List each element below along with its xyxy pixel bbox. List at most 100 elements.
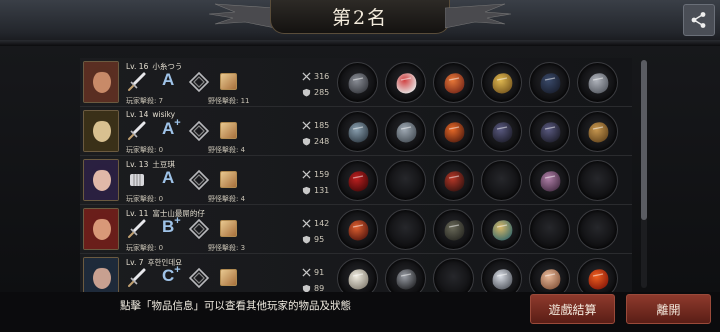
- attack-value: 185: [314, 121, 330, 130]
- fist-icon: [130, 174, 144, 186]
- player-row[interactable]: Lv. 14 wisiky A+ 玩家擊殺: 0 野怪擊殺: 4 185 248: [80, 107, 632, 156]
- rank-emblem-icon: [188, 218, 210, 240]
- dark-gauntlet-item-icon: [540, 121, 560, 142]
- steel-helmet-item-icon: [396, 121, 416, 142]
- grade-letter: B: [162, 217, 175, 236]
- item-slot[interactable]: [529, 62, 570, 103]
- attack-value: 142: [314, 219, 330, 228]
- monster-kills: 野怪擊殺: 11: [208, 97, 250, 105]
- item-slot[interactable]: [577, 160, 618, 201]
- player-avatar[interactable]: [83, 159, 119, 201]
- claw-blades-item-icon: [588, 72, 608, 93]
- player-level-name: Lv. 14 wisiky: [126, 110, 175, 119]
- item-slot[interactable]: [337, 62, 378, 103]
- item-slot[interactable]: [577, 62, 618, 103]
- item-slot[interactable]: [529, 160, 570, 201]
- scrollbar[interactable]: [641, 60, 647, 288]
- grade-badge: C+: [162, 264, 181, 286]
- rank-emblem-icon: [188, 267, 210, 289]
- defense-stat: 131: [302, 186, 329, 195]
- flame-gauntlet-item-icon: [444, 72, 464, 93]
- item-card-icon[interactable]: [220, 171, 237, 188]
- defense-value: 248: [314, 137, 330, 146]
- grade-plus: +: [174, 117, 181, 129]
- item-slot[interactable]: [481, 62, 522, 103]
- item-slot[interactable]: [433, 209, 474, 250]
- sword-icon: [128, 121, 146, 140]
- player-row[interactable]: Lv. 11 富士山最屌的仔 B+ 玩家擊殺: 0 野怪擊殺: 3 142 95: [80, 205, 632, 254]
- ring-item-icon: [396, 268, 416, 289]
- item-slot[interactable]: [433, 160, 474, 201]
- fire-sword-item-icon: [348, 219, 368, 240]
- item-slot[interactable]: [481, 160, 522, 201]
- item-slot[interactable]: [337, 160, 378, 201]
- item-slot[interactable]: [481, 209, 522, 250]
- defense-value: 131: [314, 186, 330, 195]
- item-card-icon[interactable]: [220, 73, 237, 90]
- left-wing-ornament: [208, 3, 275, 29]
- grade-badge: A: [162, 70, 174, 90]
- player-level: Lv. 13: [126, 160, 149, 169]
- player-kills: 玩家擊殺: 7: [126, 97, 164, 105]
- item-card-icon[interactable]: [220, 269, 237, 286]
- player-level: Lv. 7: [126, 258, 144, 267]
- player-row[interactable]: Lv. 16 小糸つう A 玩家擊殺: 7 野怪擊殺: 11 316 285: [80, 58, 632, 107]
- leave-button[interactable]: 離開: [626, 294, 711, 324]
- player-name: wisiky: [152, 110, 176, 119]
- grade-letter: C: [162, 266, 175, 285]
- rank-emblem-icon: [188, 169, 210, 191]
- item-slot[interactable]: [481, 111, 522, 152]
- defense-value: 95: [314, 235, 325, 244]
- attack-stat: 185: [302, 121, 329, 130]
- monster-kills: 野怪擊殺: 4: [208, 195, 246, 203]
- silver-disc-item-icon: [492, 268, 512, 289]
- item-card-icon[interactable]: [220, 122, 237, 139]
- player-kills: 玩家擊殺: 0: [126, 146, 164, 154]
- player-row[interactable]: Lv. 13 土豆琪 A 玩家擊殺: 0 野怪擊殺: 4 159 131: [80, 156, 632, 205]
- player-avatar[interactable]: [83, 61, 119, 103]
- scroll-thumb[interactable]: [641, 60, 647, 220]
- player-kills: 玩家擊殺: 0: [126, 244, 164, 252]
- item-slot[interactable]: [433, 111, 474, 152]
- hint-text: 點擊「物品信息」可以查看其他玩家的物品及狀態: [120, 300, 351, 312]
- item-slots: [337, 209, 618, 250]
- red-claw-item-icon: [348, 170, 368, 191]
- fire-armor-item-icon: [444, 121, 464, 142]
- grade-badge: A: [162, 168, 174, 188]
- player-level: Lv. 14: [126, 110, 149, 119]
- item-slot[interactable]: [337, 209, 378, 250]
- dark-gauntlet-item-icon: [492, 121, 512, 142]
- grade-letter: A: [162, 168, 175, 187]
- item-slot[interactable]: [385, 62, 426, 103]
- attack-value: 91: [314, 268, 325, 277]
- item-slot[interactable]: [433, 62, 474, 103]
- red-armor-item-icon: [444, 170, 464, 191]
- item-slot[interactable]: [385, 209, 426, 250]
- shield-icon: [302, 137, 311, 146]
- defense-stat: 285: [302, 88, 329, 97]
- attack-stat: 142: [302, 219, 329, 228]
- player-avatar[interactable]: [83, 208, 119, 250]
- item-slot[interactable]: [529, 209, 570, 250]
- item-card-icon[interactable]: [220, 220, 237, 237]
- game-settlement-button[interactable]: 遊戲結算: [530, 294, 615, 324]
- item-slot[interactable]: [529, 111, 570, 152]
- purple-boots-item-icon: [540, 170, 560, 191]
- attack-value: 159: [314, 170, 330, 179]
- item-slot[interactable]: [385, 111, 426, 152]
- monster-kills: 野怪擊殺: 4: [208, 146, 246, 154]
- share-button[interactable]: [683, 4, 715, 36]
- item-slots: [337, 62, 618, 103]
- item-slot[interactable]: [337, 111, 378, 152]
- item-slot[interactable]: [385, 160, 426, 201]
- item-slot[interactable]: [577, 111, 618, 152]
- treasure-scroll-item-icon: [492, 219, 512, 240]
- defense-stat: 248: [302, 137, 329, 146]
- player-avatar[interactable]: [83, 110, 119, 152]
- rank-title: 第2名: [331, 7, 389, 29]
- crossed-swords-icon: [302, 121, 311, 130]
- fire-orb-item-icon: [588, 268, 608, 289]
- grade-badge: B+: [162, 215, 181, 237]
- item-slot[interactable]: [577, 209, 618, 250]
- attack-stat: 91: [302, 268, 324, 277]
